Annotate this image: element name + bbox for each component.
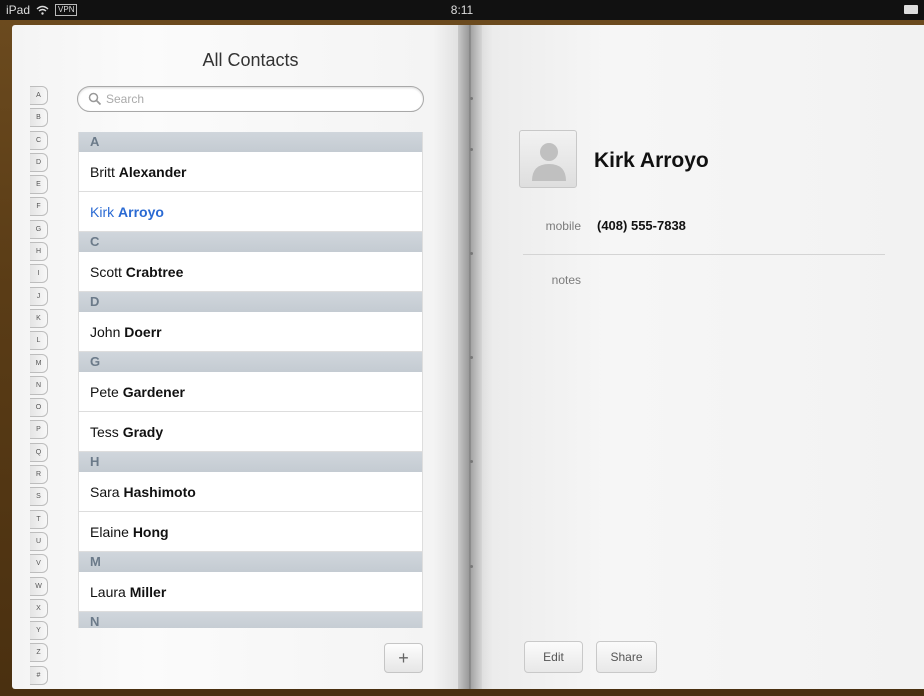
person-silhouette-icon	[532, 143, 566, 181]
contact-last-name: Hong	[132, 524, 169, 540]
contact-last-name: Doerr	[124, 324, 162, 340]
spine-stitch	[470, 565, 473, 568]
index-tab-z[interactable]: Z	[30, 643, 48, 663]
contact-row[interactable]: Elaine Hong	[79, 512, 422, 552]
alphabet-index: A B C D E F G H I J K L M N O P Q R S T U V W X Y Z #	[30, 86, 48, 688]
contact-last-name: Hashimoto	[123, 484, 196, 500]
section-header: H	[79, 452, 422, 472]
mobile-label: mobile	[545, 219, 581, 233]
index-tab-d[interactable]: D	[30, 152, 48, 172]
index-tab-r[interactable]: R	[30, 465, 48, 485]
contact-row[interactable]: John Doerr	[79, 312, 422, 352]
divider	[523, 254, 885, 255]
contact-last-name: Miller	[129, 584, 167, 600]
contact-last-name: Gardener	[122, 384, 185, 400]
avatar	[519, 130, 577, 188]
contact-first-name: Kirk	[90, 204, 115, 220]
search-input[interactable]	[106, 92, 406, 106]
contact-first-name: Britt	[90, 164, 115, 180]
index-tab-x[interactable]: X	[30, 598, 48, 618]
index-tab-j[interactable]: J	[30, 286, 48, 306]
index-tab-b[interactable]: B	[30, 108, 48, 128]
contact-row[interactable]: Kirk Arroyo	[79, 192, 422, 232]
index-tab-hash[interactable]: #	[30, 665, 48, 685]
section-header: N	[79, 612, 422, 628]
contact-first-name: Laura	[90, 584, 126, 600]
vpn-badge: VPN	[55, 4, 78, 16]
add-contact-button[interactable]: +	[384, 643, 423, 673]
share-button[interactable]: Share	[596, 641, 657, 673]
index-tab-w[interactable]: W	[30, 576, 48, 596]
mobile-value[interactable]: (408) 555-7838	[597, 218, 686, 233]
contact-row[interactable]: Sara Hashimoto	[79, 472, 422, 512]
status-bar: iPad VPN 8:11	[0, 0, 924, 20]
device-label: iPad	[6, 3, 31, 17]
spine-stitch	[470, 97, 473, 100]
contact-last-name: Crabtree	[125, 264, 184, 280]
index-tab-k[interactable]: K	[30, 308, 48, 328]
contact-first-name: Scott	[90, 264, 122, 280]
spine-stitch	[470, 460, 473, 463]
wifi-icon	[36, 5, 49, 15]
index-tab-a[interactable]: A	[30, 86, 48, 105]
section-header: G	[79, 352, 422, 372]
index-tab-u[interactable]: U	[30, 531, 48, 551]
contact-first-name: Elaine	[90, 524, 129, 540]
index-tab-p[interactable]: P	[30, 420, 48, 440]
index-tab-m[interactable]: M	[30, 353, 48, 373]
contact-last-name: Grady	[122, 424, 164, 440]
contact-first-name: Pete	[90, 384, 119, 400]
section-header: A	[79, 132, 422, 152]
contact-first-name: Sara	[90, 484, 120, 500]
index-tab-g[interactable]: G	[30, 219, 48, 239]
index-tab-s[interactable]: S	[30, 487, 48, 507]
contact-list: A Britt Alexander Kirk Arroyo C Scott Crabtr…	[78, 132, 423, 628]
spine-stitch	[470, 252, 473, 255]
index-tab-f[interactable]: F	[30, 197, 48, 217]
index-tab-i[interactable]: I	[30, 264, 48, 284]
index-tab-y[interactable]: Y	[30, 621, 48, 641]
contact-row[interactable]: Pete Gardener	[79, 372, 422, 412]
index-tab-l[interactable]: L	[30, 331, 48, 351]
section-header: C	[79, 232, 422, 252]
notes-label: notes	[551, 273, 581, 287]
spine-stitch	[470, 148, 473, 151]
contact-first-name: Tess	[90, 424, 119, 440]
search-icon	[88, 92, 102, 106]
edit-button[interactable]: Edit	[524, 641, 583, 673]
contact-row[interactable]: Scott Crabtree	[79, 252, 422, 292]
right-page	[470, 25, 924, 689]
index-tab-v[interactable]: V	[30, 554, 48, 574]
contact-row[interactable]: Laura Miller	[79, 572, 422, 612]
contact-row[interactable]: Tess Grady	[79, 412, 422, 452]
battery-icon	[904, 5, 918, 14]
contact-name: Kirk Arroyo	[594, 149, 709, 172]
index-tab-t[interactable]: T	[30, 509, 48, 529]
contact-first-name: John	[90, 324, 121, 340]
section-header: D	[79, 292, 422, 312]
status-time: 8:11	[450, 3, 474, 17]
index-tab-c[interactable]: C	[30, 130, 48, 150]
contact-last-name: Arroyo	[118, 204, 164, 220]
index-tab-e[interactable]: E	[30, 175, 48, 195]
contact-row[interactable]: Britt Alexander	[79, 152, 422, 192]
index-tab-h[interactable]: H	[30, 242, 48, 262]
contact-last-name: Alexander	[118, 164, 187, 180]
index-tab-o[interactable]: O	[30, 398, 48, 418]
search-bar[interactable]	[77, 86, 424, 112]
page-title: All Contacts	[202, 50, 299, 70]
spine-stitch	[470, 356, 473, 359]
index-tab-n[interactable]: N	[30, 375, 48, 395]
section-header: M	[79, 552, 422, 572]
index-tab-q[interactable]: Q	[30, 442, 48, 462]
